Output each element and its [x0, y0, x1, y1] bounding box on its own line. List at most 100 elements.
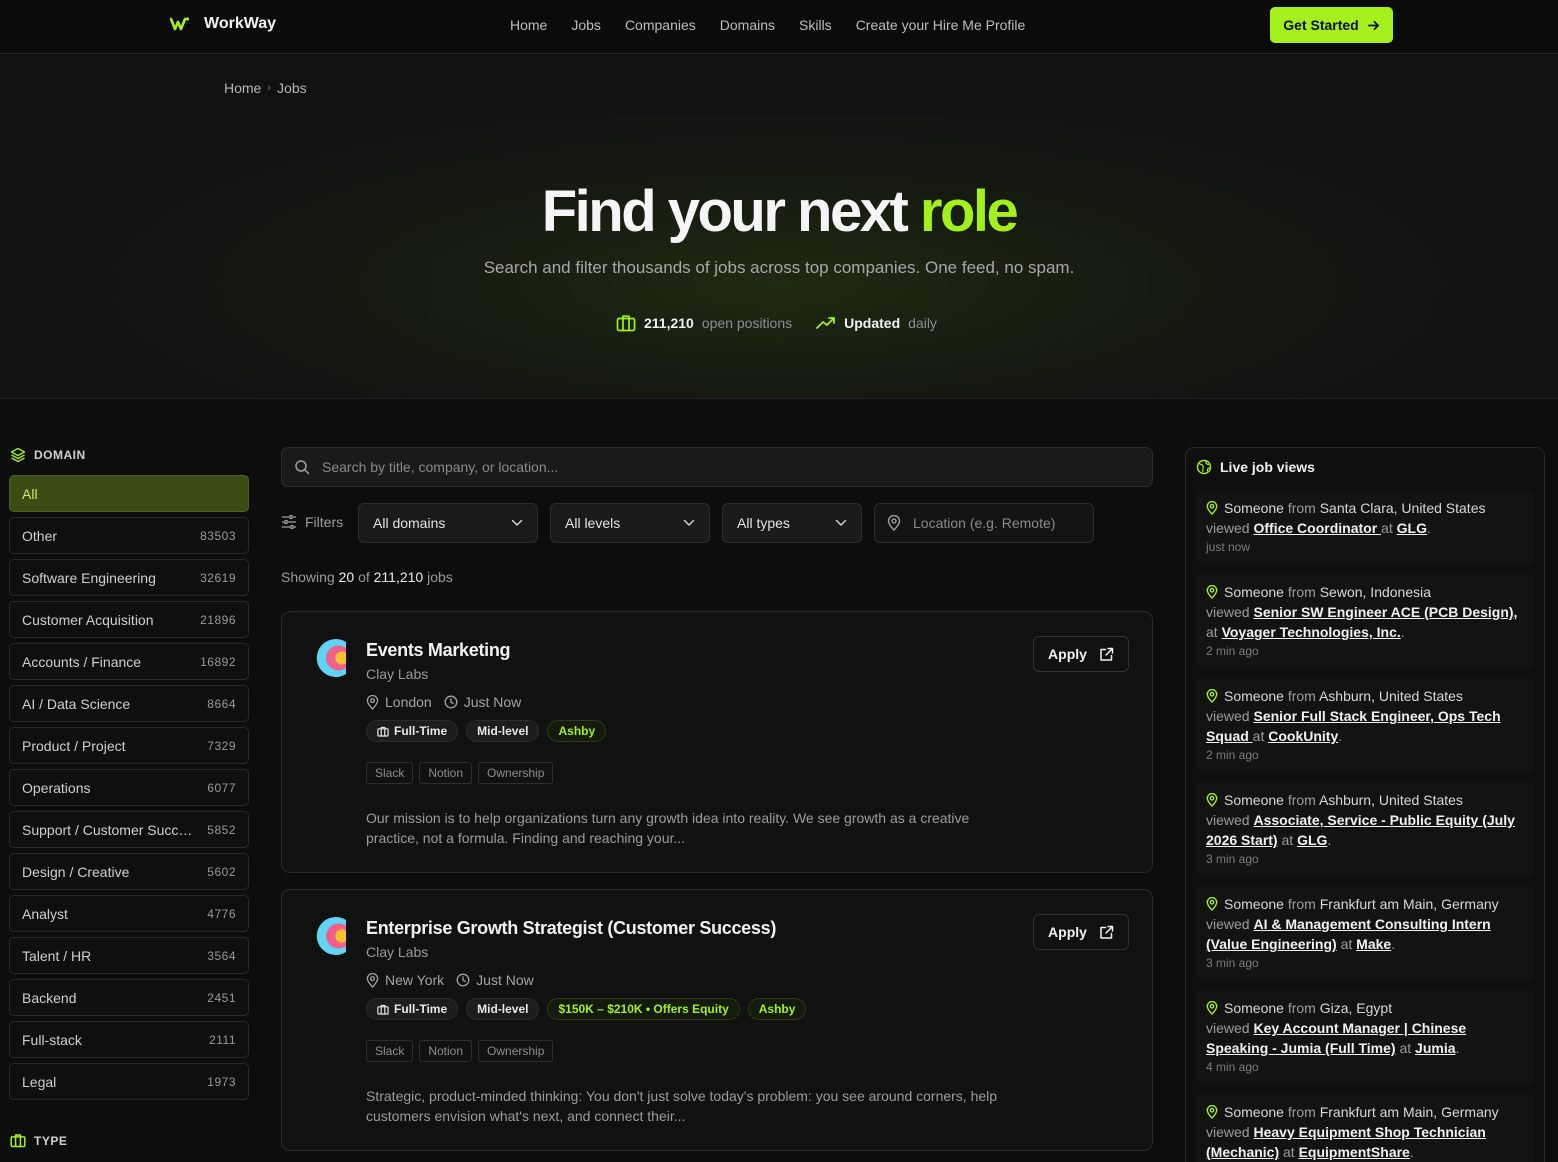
domain-select[interactable]: All domains — [358, 503, 538, 543]
domain-filter-count: 5602 — [207, 864, 236, 879]
external-link-icon — [1100, 647, 1114, 661]
domain-filter-item[interactable]: All — [9, 475, 249, 512]
domain-filter-item[interactable]: Customer Acquisition 21896 — [9, 601, 249, 638]
job-level-tag: Mid-level — [466, 998, 540, 1020]
domain-filter-name: Customer Acquisition — [22, 611, 154, 628]
live-view-company-link[interactable]: Jumia — [1415, 1040, 1455, 1056]
domain-filter-item[interactable]: Analyst 4776 — [9, 895, 249, 932]
live-view-company-link[interactable]: CookUnity — [1268, 728, 1338, 744]
live-view-item: Someone from Frankfurt am Main, Germany v… — [1196, 886, 1534, 980]
domain-filter-item[interactable]: Accounts / Finance 16892 — [9, 643, 249, 680]
skill-chip[interactable]: Slack — [366, 762, 414, 784]
job-level-tag: Mid-level — [466, 720, 540, 742]
domain-filter-item[interactable]: Full-stack 2111 — [9, 1021, 249, 1058]
breadcrumb-home[interactable]: Home — [224, 80, 261, 96]
domain-filter-item[interactable]: Software Engineering 32619 — [9, 559, 249, 596]
job-card[interactable]: Enterprise Growth Strategist (Customer S… — [281, 889, 1153, 1151]
job-type-label: Full-Time — [394, 1002, 448, 1016]
skill-chip[interactable]: Notion — [419, 762, 473, 784]
domain-filter-item[interactable]: Other 83503 — [9, 517, 249, 554]
live-view-role-link[interactable]: Senior SW Engineer ACE (PCB Design), — [1253, 604, 1517, 620]
map-pin-icon — [1206, 585, 1218, 599]
live-view-location: Sewon, Indonesia — [1319, 584, 1432, 600]
domain-filter-item[interactable]: Talent / HR 3564 — [9, 937, 249, 974]
results-suffix: jobs — [427, 569, 453, 585]
live-view-company-link[interactable]: GLG — [1397, 520, 1427, 536]
live-view-detail: viewed Key Account Manager | Chinese Spe… — [1206, 1020, 1467, 1056]
domain-filter-item[interactable]: Design / Creative 5602 — [9, 853, 249, 890]
domain-filter-count: 1973 — [207, 1074, 236, 1089]
location-filter — [874, 503, 1094, 543]
live-view-who: Someone from Sewon, Indonesia — [1206, 582, 1524, 602]
map-pin-icon — [366, 694, 379, 710]
job-meta: London Just Now — [366, 694, 521, 710]
skill-chip[interactable]: Slack — [366, 1040, 414, 1062]
filters-label-text: Filters — [305, 514, 344, 530]
live-view-company-link[interactable]: Voyager Technologies, Inc. — [1222, 624, 1401, 640]
live-view-detail: viewed AI & Management Consulting Intern… — [1206, 916, 1491, 952]
type-heading-label: TYPE — [34, 1133, 68, 1148]
apply-button[interactable]: Apply — [1033, 636, 1129, 672]
open-positions-value: 211,210 — [644, 315, 694, 331]
live-view-viewed: viewed — [1206, 520, 1250, 536]
briefcase-icon — [377, 726, 389, 737]
get-started-button[interactable]: Get Started — [1270, 7, 1393, 43]
domain-filter-count: 16892 — [200, 654, 236, 669]
live-view-at: at — [1281, 832, 1294, 848]
map-pin-icon — [1206, 1001, 1218, 1015]
brand-logo[interactable]: WorkWay — [170, 14, 276, 34]
nav-link-skills[interactable]: Skills — [799, 17, 832, 33]
live-view-who: Someone from Ashburn, United States — [1206, 686, 1524, 706]
updated-label: daily — [908, 315, 937, 331]
live-view-location: Ashburn, United States — [1318, 792, 1463, 808]
live-view-role-link[interactable]: Associate, Service - Public Equity (July… — [1206, 812, 1515, 848]
nav-link-home[interactable]: Home — [510, 17, 547, 33]
results-count: Showing 20 of 211,210 jobs — [281, 569, 453, 585]
live-view-location: Ashburn, United States — [1318, 688, 1463, 704]
live-view-company-link[interactable]: Make — [1356, 936, 1391, 952]
live-view-time: 4 min ago — [1206, 1060, 1259, 1074]
live-view-viewed: viewed — [1206, 604, 1250, 620]
live-view-company-link[interactable]: EquipmentShare — [1299, 1144, 1410, 1160]
nav-link-jobs[interactable]: Jobs — [571, 17, 601, 33]
live-view-company-link[interactable]: GLG — [1297, 832, 1327, 848]
domain-filter-count: 6077 — [207, 780, 236, 795]
type-select[interactable]: All types — [722, 503, 862, 543]
apply-button[interactable]: Apply — [1033, 914, 1129, 950]
level-select-value: All levels — [565, 515, 621, 531]
job-company[interactable]: Clay Labs — [366, 666, 428, 682]
live-view-item: Someone from Giza, Egypt viewed Key Accou… — [1196, 990, 1534, 1084]
location-input[interactable] — [913, 515, 1073, 531]
domain-filter-item[interactable]: Backend 2451 — [9, 979, 249, 1016]
job-title[interactable]: Events Marketing — [366, 640, 511, 661]
domain-filter-item[interactable]: Support / Customer Success 5852 — [9, 811, 249, 848]
skill-chip[interactable]: Notion — [419, 1040, 473, 1062]
live-view-role-link[interactable]: Office Coordinator — [1253, 520, 1381, 536]
domain-filter-item[interactable]: Product / Project 7329 — [9, 727, 249, 764]
chevron-right-icon: › — [267, 82, 272, 94]
skill-chip[interactable]: Ownership — [478, 1040, 554, 1062]
job-card[interactable]: Events Marketing Clay Labs London Just N… — [281, 611, 1153, 873]
domain-filter-count: 2111 — [209, 1032, 236, 1047]
live-view-who: Someone from Frankfurt am Main, Germany — [1206, 894, 1524, 914]
domain-filter-name: Talent / HR — [22, 947, 92, 964]
domain-filter-item[interactable]: AI / Data Science 8664 — [9, 685, 249, 722]
nav-link-companies[interactable]: Companies — [625, 17, 696, 33]
external-link-icon — [1100, 925, 1114, 939]
level-select[interactable]: All levels — [550, 503, 710, 543]
job-location: New York — [385, 972, 445, 988]
search-input[interactable] — [322, 459, 1152, 475]
domain-filter-item[interactable]: Legal 1973 — [9, 1063, 249, 1100]
job-company[interactable]: Clay Labs — [366, 944, 428, 960]
nav-link-domains[interactable]: Domains — [720, 17, 775, 33]
live-view-from: from — [1287, 896, 1316, 912]
job-title[interactable]: Enterprise Growth Strategist (Customer S… — [366, 918, 776, 939]
domain-filter-count: 2451 — [207, 990, 236, 1005]
live-view-someone: Someone — [1224, 584, 1284, 600]
live-view-role-link[interactable]: Senior Full Stack Engineer, Ops Tech Squ… — [1206, 708, 1501, 744]
job-posted: Just Now — [463, 694, 522, 710]
skill-chip[interactable]: Ownership — [478, 762, 554, 784]
hero-stats: 211,210 open positions Updated daily — [616, 314, 937, 332]
nav-link-hire-me-profile[interactable]: Create your Hire Me Profile — [856, 17, 1026, 33]
domain-filter-item[interactable]: Operations 6077 — [9, 769, 249, 806]
